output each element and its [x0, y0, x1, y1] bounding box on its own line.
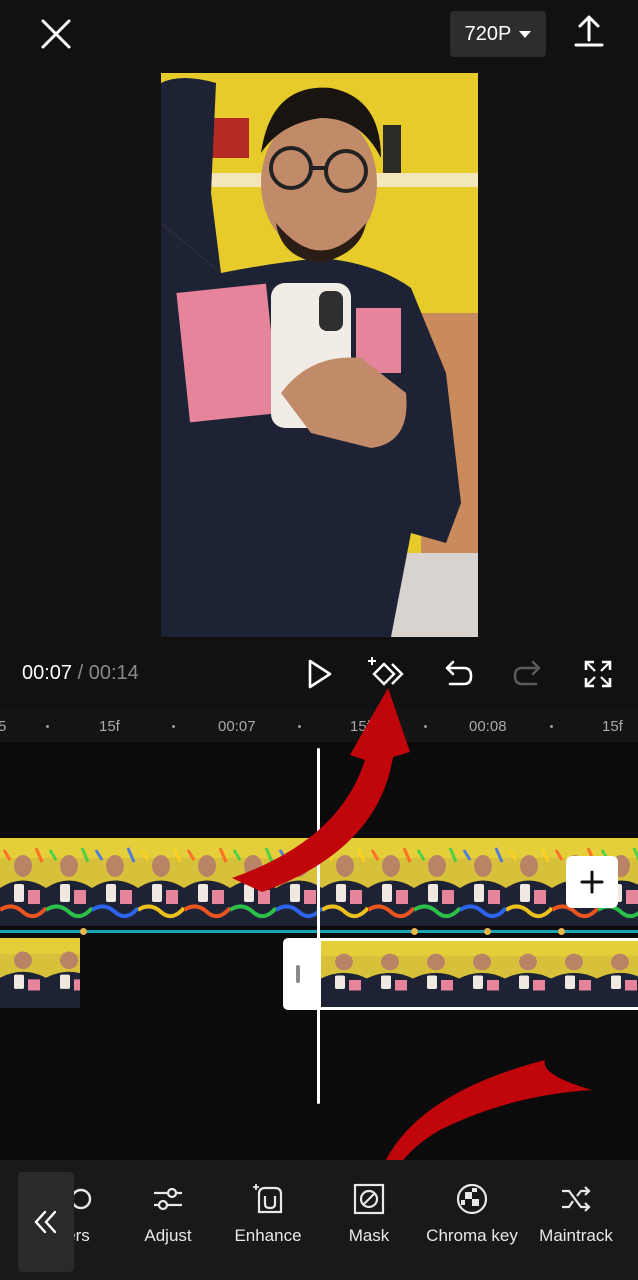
tool-mask[interactable]: Mask — [319, 1182, 419, 1246]
collapse-toolbar-button[interactable] — [18, 1172, 74, 1272]
tool-label: Maintrack — [539, 1226, 613, 1245]
enhance-icon — [253, 1184, 283, 1214]
tool-enhance[interactable]: Enhance — [218, 1182, 318, 1246]
tool-adjust[interactable]: Adjust — [118, 1182, 218, 1246]
chroma-key-icon — [456, 1183, 488, 1215]
annotation-arrows — [232, 688, 592, 1222]
mask-icon — [353, 1183, 385, 1215]
tool-label: Adjust — [144, 1226, 192, 1245]
arrow-to-keyframe — [232, 688, 410, 892]
sliders-icon — [154, 1187, 182, 1211]
tool-label: Mask — [348, 1226, 390, 1245]
tool-chroma-key[interactable]: Chroma key — [422, 1182, 522, 1246]
tool-label: Chroma key — [426, 1226, 518, 1245]
shuffle-icon — [562, 1186, 591, 1212]
tool-maintrack[interactable]: Maintrack — [526, 1182, 626, 1246]
tool-label: Enhance — [234, 1226, 302, 1245]
double-chevron-left-icon — [34, 1210, 57, 1234]
